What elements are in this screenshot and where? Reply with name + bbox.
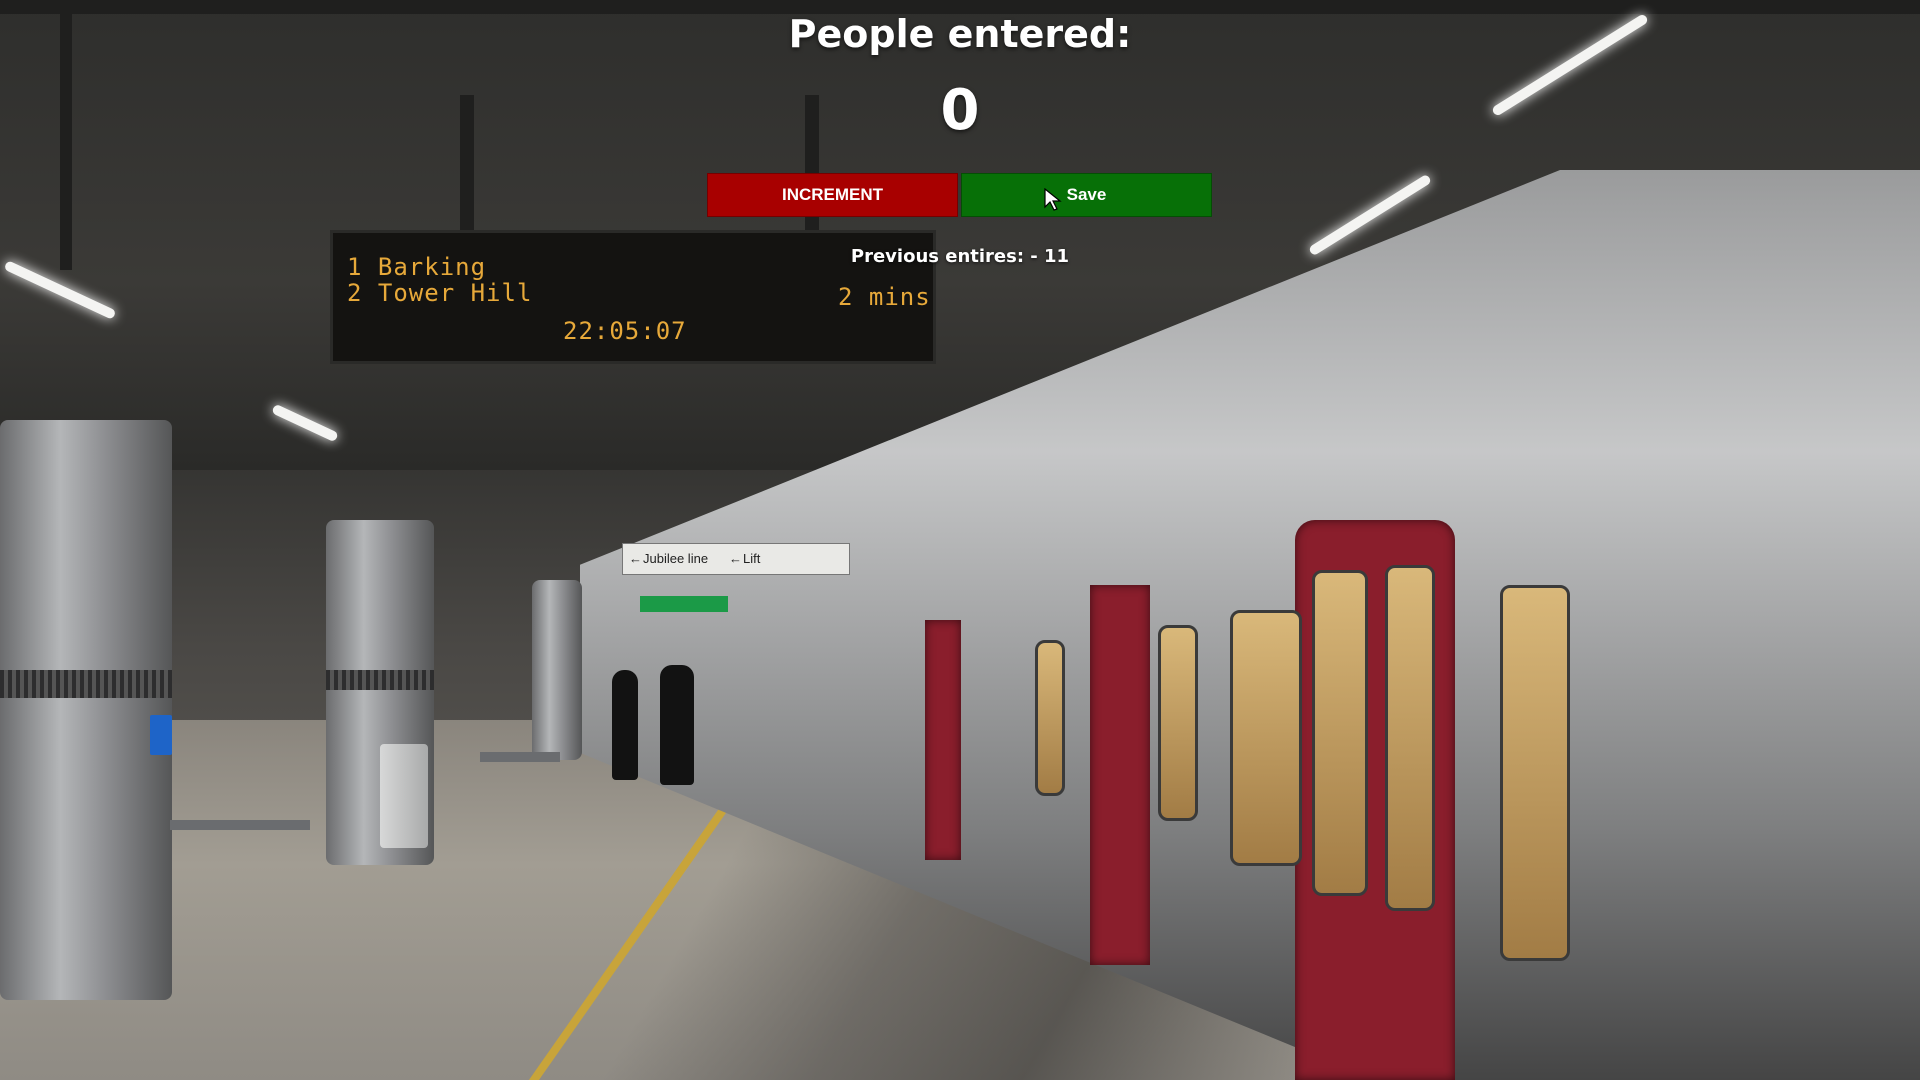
counter-value: 0 (940, 78, 980, 143)
jubilee-line-label: Jubilee line (643, 551, 709, 566)
train-window (1312, 570, 1368, 896)
train-door (1090, 585, 1150, 965)
save-button[interactable]: Save (961, 173, 1212, 217)
platform-pillar (0, 420, 172, 1000)
platform-pillar (532, 580, 582, 760)
arrow-left-icon: ← (729, 551, 742, 566)
train-window (1230, 610, 1302, 866)
wayfinding-sign: ← Jubilee line ← Lift (622, 543, 850, 575)
wheelchair-access-icon (150, 715, 172, 755)
increment-button[interactable]: INCREMENT (707, 173, 958, 217)
person-silhouette (660, 665, 694, 785)
pointer-arrow-icon (1044, 188, 1062, 211)
platform-bench (170, 820, 310, 830)
train-window (1500, 585, 1570, 961)
trash-bin (380, 744, 428, 848)
counter-panel: People entered: 0 INCREMENT Save Previou… (0, 0, 1920, 300)
train-door (925, 620, 961, 860)
board-clock: 22:05:07 (563, 317, 687, 345)
train-window (1158, 625, 1198, 821)
train-window (1035, 640, 1065, 796)
train-window (1385, 565, 1435, 911)
lift-label: Lift (743, 551, 761, 566)
person-silhouette (612, 670, 638, 780)
arrow-left-icon: ← (629, 551, 642, 566)
counter-heading: People entered: (788, 12, 1132, 56)
previous-entries-text: Previous entires: - 11 (850, 246, 1070, 267)
platform-bench (480, 752, 560, 762)
exit-sign (640, 596, 728, 612)
